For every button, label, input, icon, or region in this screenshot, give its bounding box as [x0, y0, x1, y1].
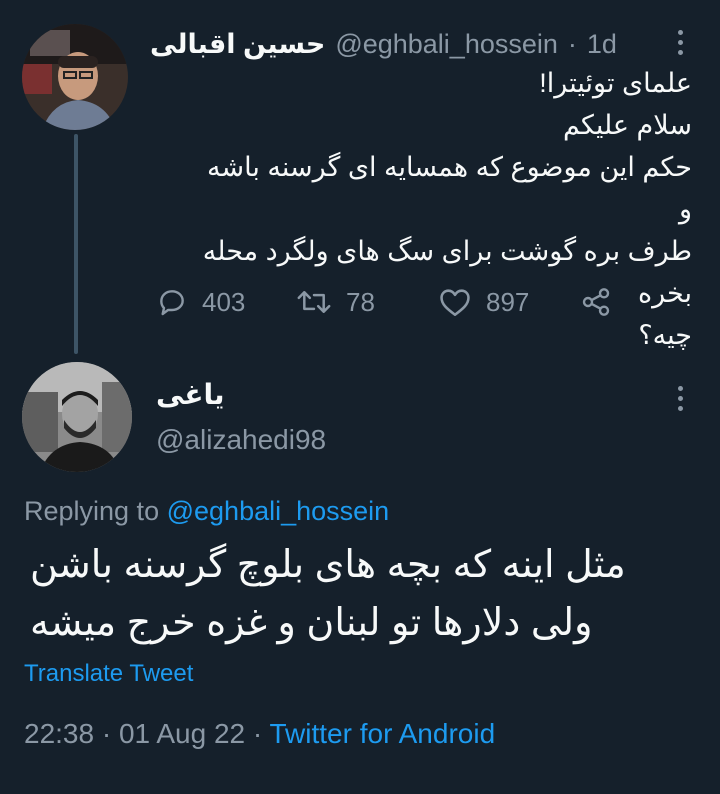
- tweet-time[interactable]: 22:38: [24, 718, 94, 749]
- share-button[interactable]: [580, 282, 612, 322]
- thread-connector-line: [74, 134, 78, 354]
- replying-to-line: Replying to @eghbali_hossein: [24, 496, 389, 527]
- reply-more-button[interactable]: [668, 382, 692, 414]
- like-count: 897: [486, 286, 530, 317]
- reply-handle[interactable]: @alizahedi98: [156, 424, 326, 456]
- parent-text-line: حکم این موضوع که همسایه ای گرسنه باشه و: [207, 152, 692, 224]
- reply-text-line: مثل اینه که بچه های بلوچ گرسنه باشن: [30, 544, 626, 586]
- reply-avatar[interactable]: [22, 362, 132, 472]
- replying-prefix: Replying to: [24, 496, 160, 526]
- retweet-icon: [297, 291, 331, 313]
- like-button[interactable]: 897: [438, 282, 529, 322]
- meta-separator: ·: [252, 718, 263, 749]
- vertical-dots-icon: [677, 29, 683, 35]
- meta-separator: ·: [101, 718, 112, 749]
- share-icon: [582, 288, 610, 316]
- parent-avatar[interactable]: [22, 24, 128, 130]
- header-separator: ·: [567, 28, 577, 59]
- vertical-dots-icon: [677, 385, 683, 391]
- parent-text-line: سلام علیکم: [562, 110, 692, 140]
- retweet-count: 78: [346, 286, 375, 317]
- reply-display-name[interactable]: یاغی: [156, 378, 224, 411]
- retweet-button[interactable]: 78: [296, 282, 375, 322]
- speech-bubble-icon: [160, 290, 184, 316]
- reply-button[interactable]: 403: [156, 282, 245, 322]
- tweet-date[interactable]: 01 Aug 22: [119, 718, 245, 749]
- tweet-thread: حسین اقبالی @eghbali_hossein · 1d علمای …: [0, 0, 720, 794]
- translate-tweet-link[interactable]: Translate Tweet: [24, 660, 193, 688]
- parent-action-bar: 403 78 897: [156, 282, 626, 322]
- parent-more-button[interactable]: [668, 26, 692, 58]
- reply-count: 403: [202, 286, 246, 317]
- reply-text-line: ولی دلارها تو لبنان و غزه خرج میشه: [30, 602, 593, 644]
- parent-handle[interactable]: @eghbali_hossein: [335, 29, 558, 60]
- tweet-source-link[interactable]: Twitter for Android: [269, 718, 495, 749]
- parent-tweet-header: حسین اقبالی @eghbali_hossein · 1d: [150, 26, 617, 62]
- parent-time-ago[interactable]: 1d: [587, 29, 617, 60]
- replying-to-link[interactable]: @eghbali_hossein: [167, 496, 390, 526]
- parent-display-name[interactable]: حسین اقبالی: [150, 29, 325, 60]
- tweet-meta: 22:38 · 01 Aug 22 · Twitter for Android: [24, 718, 495, 750]
- reply-tweet-text: مثل اینه که بچه های بلوچ گرسنه باشن ولی …: [30, 536, 700, 652]
- heart-icon: [440, 289, 470, 317]
- parent-text-line: علمای توئیترا!: [539, 68, 692, 98]
